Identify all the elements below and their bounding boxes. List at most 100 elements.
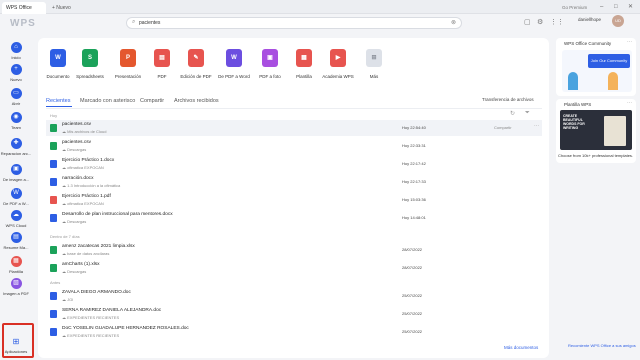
active-tab-indicator: [46, 106, 72, 107]
new-item-9[interactable]: ⊞ Más: [354, 38, 394, 79]
template-preview-image: [604, 116, 626, 146]
minimize-button[interactable]: –: [600, 1, 603, 13]
clear-search-icon[interactable]: ⊗: [451, 19, 456, 26]
maximize-button[interactable]: □: [614, 1, 618, 13]
file-location: ☁ Mis archivos de Cloud: [62, 129, 107, 134]
file-name: Desarrollo de plan instruccional para me…: [62, 212, 173, 217]
file-date: Hoy 14:48:01: [402, 215, 426, 220]
templates-more-icon[interactable]: ···: [627, 100, 632, 106]
sidebar-item-9[interactable]: ▦ Plantilla: [0, 256, 32, 274]
sidebar-item-1[interactable]: + Nuevo: [0, 64, 32, 82]
premium-link[interactable]: Go Premium: [562, 2, 587, 14]
file-type-icon: [50, 310, 57, 318]
search-value: pacientes: [139, 20, 161, 26]
file-location: ☁ Descargas: [62, 269, 87, 274]
file-type-icon: [50, 160, 57, 168]
template-banner-text: CREATE BEAUTIFUL WORDS FOR WRITING: [563, 114, 585, 130]
new-tab-button[interactable]: + Nuevo: [52, 2, 71, 14]
sidebar-item-0[interactable]: ⌂ Inicio: [0, 42, 32, 60]
new-item-5[interactable]: W De PDF a Word: [214, 38, 254, 79]
community-more-icon[interactable]: ···: [627, 39, 632, 45]
sidebar-item-label: Nuevo: [10, 77, 22, 82]
more-documents-link[interactable]: Más documentos: [504, 345, 538, 350]
new-item-8[interactable]: ▶ Academia WPS: [318, 38, 358, 79]
sidebar-item-icon: ✚: [10, 138, 22, 149]
user-name[interactable]: daniellhope: [578, 17, 601, 22]
refresh-icon[interactable]: ↻: [510, 110, 515, 117]
new-item-icon: ▣: [262, 49, 278, 67]
sidebar-item-4[interactable]: ✚ Reparacion arc...: [0, 138, 32, 156]
file-name: amenz zacatecas 2021 limpia.xlsx: [62, 244, 135, 249]
templates-title: Plantilla WPS: [564, 102, 592, 107]
file-location: ☁ Descargas: [62, 219, 87, 224]
filter-icon[interactable]: ⏷: [525, 110, 530, 117]
group-label-week: Dentro de 7 días: [50, 234, 80, 239]
sidebar-item-icon: +: [10, 64, 22, 75]
file-type-icon: [50, 292, 57, 300]
file-date: 28/07/2022: [402, 247, 423, 252]
person-figure-icon: [608, 72, 618, 90]
new-item-1[interactable]: S Spreadsheets: [70, 38, 110, 79]
more-options-icon[interactable]: ···: [534, 123, 539, 129]
wps-logo: WPS: [10, 18, 36, 29]
search-input[interactable]: ⌕ pacientes ⊗: [126, 17, 462, 29]
sidebar-item-8[interactable]: ▤ Resume Ma...: [0, 232, 32, 250]
file-date: Hoy 15:03:36: [402, 197, 426, 202]
file-type-icon: [50, 142, 57, 150]
sidebar-item-label: Reparacion arc...: [0, 151, 32, 156]
new-item-label: De PDF a Word: [218, 74, 250, 79]
new-item-icon: W: [226, 49, 242, 67]
apps-grid-icon[interactable]: ⋮⋮: [550, 18, 564, 26]
new-item-4[interactable]: ✎ Edición de PDF: [176, 38, 216, 79]
file-location: ☁ EXPEDIENTES RECIENTES: [62, 333, 120, 338]
sidebar-item-5[interactable]: ▣ De imagen a...: [0, 164, 32, 182]
template-banner[interactable]: CREATE BEAUTIFUL WORDS FOR WRITING: [560, 110, 632, 150]
tab-recent[interactable]: Recientes: [46, 98, 70, 104]
file-location: ☁ 1.3 Introducción a la ofimática: [62, 183, 121, 188]
file-row[interactable]: pacientes.csv ☁ Descargas Hoy 22:33:31: [46, 138, 542, 154]
file-row[interactable]: Ejercicio Práctico 1.pdf ☁ ofimatica EXPO…: [46, 192, 542, 208]
tab-starred[interactable]: Marcado con asterisco: [80, 98, 135, 104]
file-row[interactable]: narración.docx ☁ 1.3 Introducción a la of…: [46, 174, 542, 190]
recommend-link[interactable]: Recomiente WPS Office a sus amigos: [568, 343, 638, 348]
new-item-icon: S: [82, 49, 98, 67]
file-row[interactable]: Desarrollo de plan instruccional para me…: [46, 210, 542, 226]
sidebar-item-10[interactable]: ▧ Imagen a PDF: [0, 278, 32, 296]
file-date: 25/07/2022: [402, 329, 423, 334]
tab-received[interactable]: Archivos recibidos: [174, 98, 219, 104]
file-name: SERNA RAMIREZ DANIELA ALEJANDRA.doc: [62, 308, 162, 313]
new-item-label: Más: [369, 74, 379, 79]
community-illustration[interactable]: Join Our Community: [562, 50, 632, 92]
settings-icon[interactable]: ⚙: [537, 18, 543, 26]
file-row[interactable]: DoC YOSELIN GUADALUPE HERNANDEZ ROSALES.…: [46, 324, 542, 340]
sidebar-item-label: Imagen a PDF: [3, 291, 29, 296]
sidebar-item-icon: ▣: [10, 164, 22, 175]
close-window-button[interactable]: ✕: [628, 1, 633, 13]
file-row[interactable]: SERNA RAMIREZ DANIELA ALEJANDRA.doc ☁ EXP…: [46, 306, 542, 322]
file-row[interactable]: amenz zacatecas 2021 limpia.xlsx ☁ base d…: [46, 242, 542, 258]
sidebar-item-label: Plantilla: [8, 269, 23, 274]
file-name: Ejercicio Práctico 1.pdf: [62, 194, 111, 199]
sidebar-item-2[interactable]: ▭ Abrir: [0, 88, 32, 106]
file-name: ZAVALA DIEGO ARMANDO.doc: [62, 290, 131, 295]
share-button[interactable]: Compartir: [494, 125, 512, 130]
file-row[interactable]: ZAVALA DIEGO ARMANDO.doc ☁ JGI 25/07/2022: [46, 288, 542, 304]
sidebar-item-3[interactable]: ◉ Team: [0, 112, 32, 130]
file-row[interactable]: pacientes.csv ☁ Mis archivos de Cloud Hoy …: [46, 120, 542, 136]
divider: [46, 108, 542, 109]
file-row[interactable]: Ejercicio Práctico 1.docx ☁ ofimatica EXP…: [46, 156, 542, 172]
file-row[interactable]: amCharts (1).xlsx ☁ Descargas 28/07/2022: [46, 260, 542, 276]
sidebar-item-7[interactable]: ☁ WPS Cloud: [0, 210, 32, 228]
tab-shared[interactable]: Compartir: [140, 98, 164, 104]
skin-icon[interactable]: ▢: [524, 18, 531, 26]
file-date: Hoy 22:17:33: [402, 179, 426, 184]
person-figure-icon: [568, 72, 578, 90]
file-name: pacientes.csv: [62, 122, 92, 127]
main-panel: W Documento S Spreadsheets P Presentación ▤ PDF…: [38, 38, 549, 358]
file-transfer-button[interactable]: Transferencia de archivos: [482, 97, 534, 102]
sidebar-item-label: WPS Cloud: [5, 223, 27, 228]
app-tab[interactable]: WPS Office: [2, 2, 46, 14]
sidebar-item-6[interactable]: W De PDF a W...: [0, 188, 32, 206]
join-community-button[interactable]: Join Our Community: [588, 54, 630, 68]
avatar[interactable]: UD: [612, 15, 624, 27]
